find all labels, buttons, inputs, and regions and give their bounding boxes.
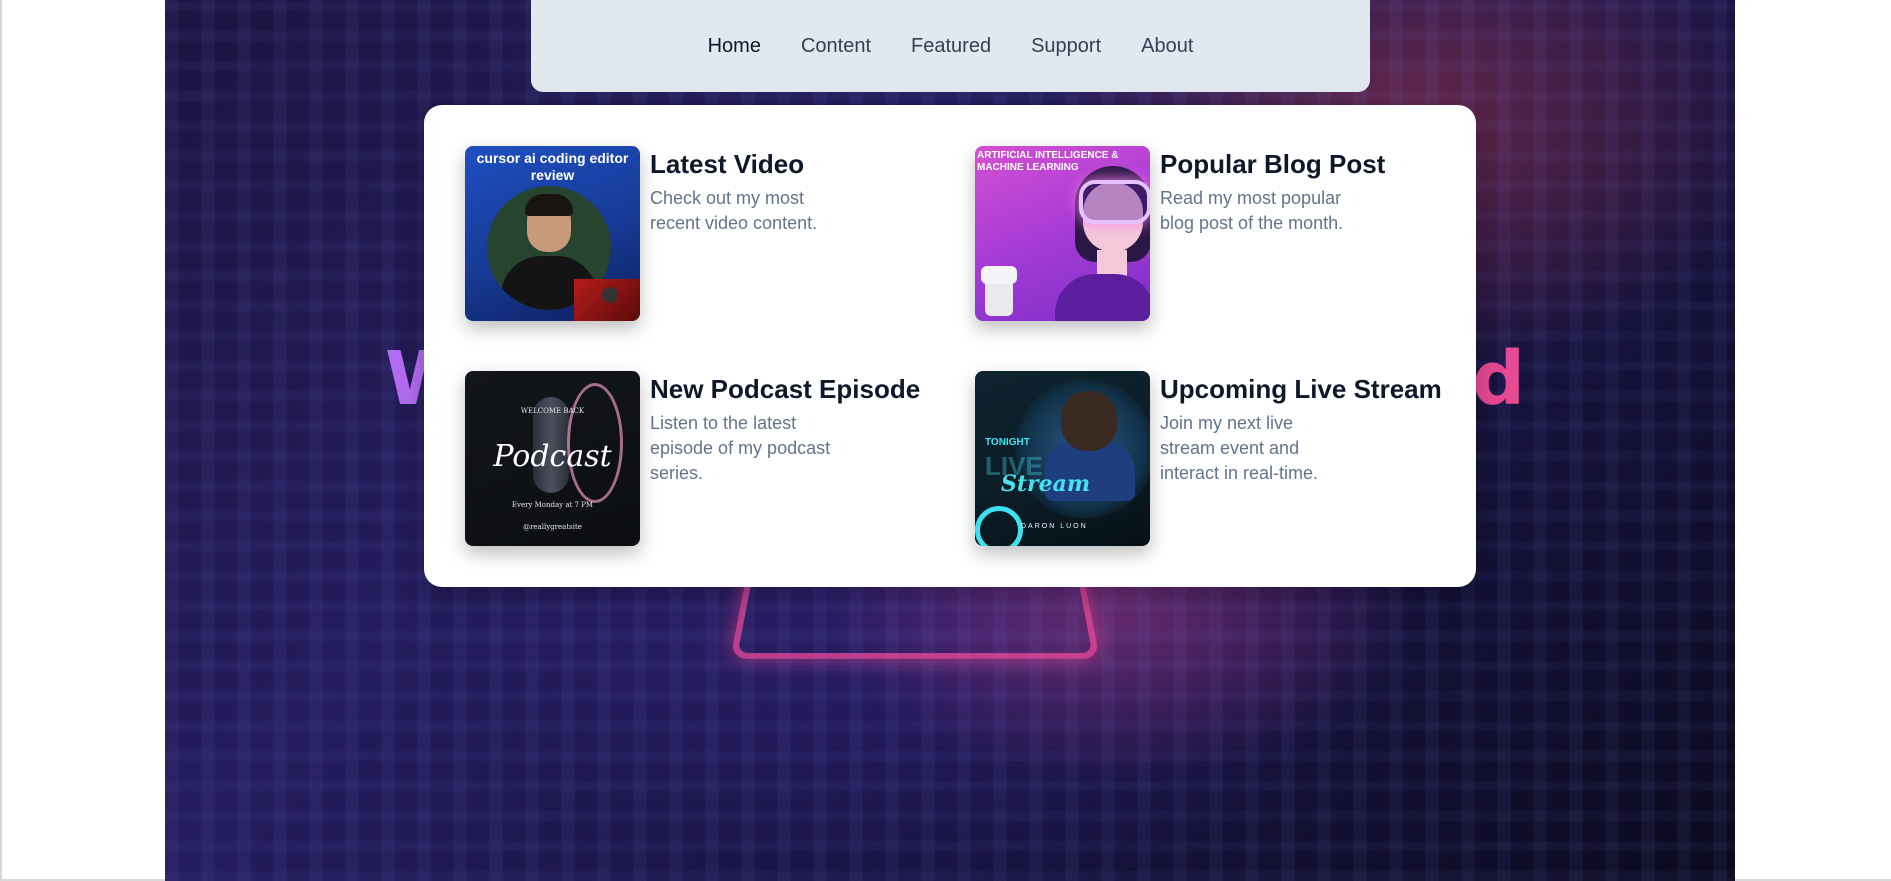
- stream-thumbnail-stream: Stream: [1001, 471, 1091, 497]
- card-description: Check out my most recent video content.: [650, 188, 818, 233]
- podcast-thumbnail-icon[interactable]: WELCOME BACK Podcast Every Monday at 7 P…: [465, 371, 640, 546]
- nav-item-featured[interactable]: Featured: [911, 35, 991, 58]
- podcast-thumbnail-kicker: WELCOME BACK: [520, 407, 585, 415]
- nav-item-home[interactable]: Home: [708, 35, 761, 58]
- streamer-portrait: [1061, 391, 1117, 451]
- card-title[interactable]: New Podcast Episode: [650, 373, 920, 405]
- nav-item-about[interactable]: About: [1141, 35, 1193, 58]
- card-new-podcast-episode[interactable]: WELCOME BACK Podcast Every Monday at 7 P…: [465, 371, 920, 546]
- vr-headset-icon: [1079, 180, 1150, 224]
- video-thumbnail-caption: cursor ai coding editor review: [476, 150, 629, 183]
- video-thumbnail-icon[interactable]: cursor ai coding editor review: [465, 146, 640, 321]
- podcast-thumbnail-handle: @reallygreatsite: [523, 523, 582, 531]
- card-upcoming-live-stream[interactable]: TONIGHT LIVE Stream DARON LUON Upcoming …: [975, 371, 1442, 546]
- podcast-thumbnail-schedule: Every Monday at 7 PM: [511, 501, 594, 509]
- card-latest-video[interactable]: cursor ai coding editor review Latest Vi…: [465, 146, 850, 321]
- card-description: Listen to the latest episode of my podca…: [650, 413, 831, 483]
- blog-thumbnail-icon[interactable]: Artificial Intelligence & Machine Learni…: [975, 146, 1150, 321]
- card-description: Join my next live stream event and inter…: [1160, 413, 1319, 483]
- stream-thumbnail-tonight: TONIGHT: [985, 437, 1030, 448]
- card-description: Read my most popular blog post of the mo…: [1160, 188, 1344, 233]
- microphone-icon: [574, 279, 640, 321]
- nav-item-support[interactable]: Support: [1031, 35, 1101, 58]
- featured-content-panel: cursor ai coding editor review Latest Vi…: [424, 105, 1476, 587]
- live-stream-thumbnail-icon[interactable]: TONIGHT LIVE Stream DARON LUON: [975, 371, 1150, 546]
- card-title[interactable]: Upcoming Live Stream: [1160, 373, 1442, 405]
- stream-thumbnail-name: DARON LUON: [1021, 523, 1088, 530]
- page: W d Home Content Featured Support About …: [0, 0, 1891, 881]
- top-navigation: Home Content Featured Support About: [531, 0, 1370, 92]
- podcast-thumbnail-caption: Podcast: [493, 439, 612, 474]
- card-title[interactable]: Popular Blog Post: [1160, 148, 1385, 180]
- hero-title-fragment-right: d: [1472, 336, 1525, 422]
- nav-item-content[interactable]: Content: [801, 35, 871, 58]
- robot-icon: [981, 266, 1017, 316]
- card-popular-blog-post[interactable]: Artificial Intelligence & Machine Learni…: [975, 146, 1385, 321]
- card-title[interactable]: Latest Video: [650, 148, 850, 180]
